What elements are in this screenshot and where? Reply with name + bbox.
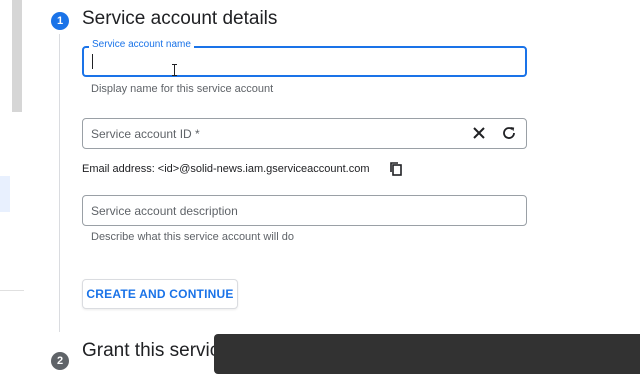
snackbar-toast bbox=[214, 334, 640, 374]
left-panel-edge bbox=[0, 0, 24, 360]
service-account-name-input[interactable]: Service account name bbox=[82, 39, 527, 77]
service-account-id-input[interactable]: Service account ID * bbox=[82, 118, 527, 149]
step-2-title: Grant this servic bbox=[82, 340, 220, 361]
service-account-description-placeholder: Service account description bbox=[91, 204, 238, 218]
service-account-description-helper: Describe what this service account will … bbox=[91, 231, 294, 243]
stepper-line bbox=[59, 34, 60, 332]
create-and-continue-button[interactable]: CREATE AND CONTINUE bbox=[82, 279, 238, 309]
nav-highlight bbox=[0, 176, 10, 212]
text-cursor-icon bbox=[172, 64, 178, 76]
service-account-name-label: Service account name bbox=[89, 39, 194, 50]
service-account-name-helper: Display name for this service account bbox=[91, 83, 274, 95]
email-address-text: Email address: <id>@solid-news.iam.gserv… bbox=[82, 163, 370, 175]
copy-icon[interactable] bbox=[387, 160, 405, 178]
scrollbar[interactable] bbox=[12, 0, 22, 112]
close-icon[interactable] bbox=[470, 124, 488, 142]
step-number-badge-2: 2 bbox=[51, 352, 69, 370]
text-caret bbox=[92, 54, 93, 69]
divider bbox=[0, 290, 24, 291]
step-number-badge: 1 bbox=[51, 12, 69, 30]
service-account-description-input[interactable]: Service account description bbox=[82, 195, 527, 226]
refresh-icon[interactable] bbox=[500, 124, 518, 142]
step-title: Service account details bbox=[82, 8, 278, 29]
service-account-id-placeholder: Service account ID * bbox=[91, 127, 200, 141]
